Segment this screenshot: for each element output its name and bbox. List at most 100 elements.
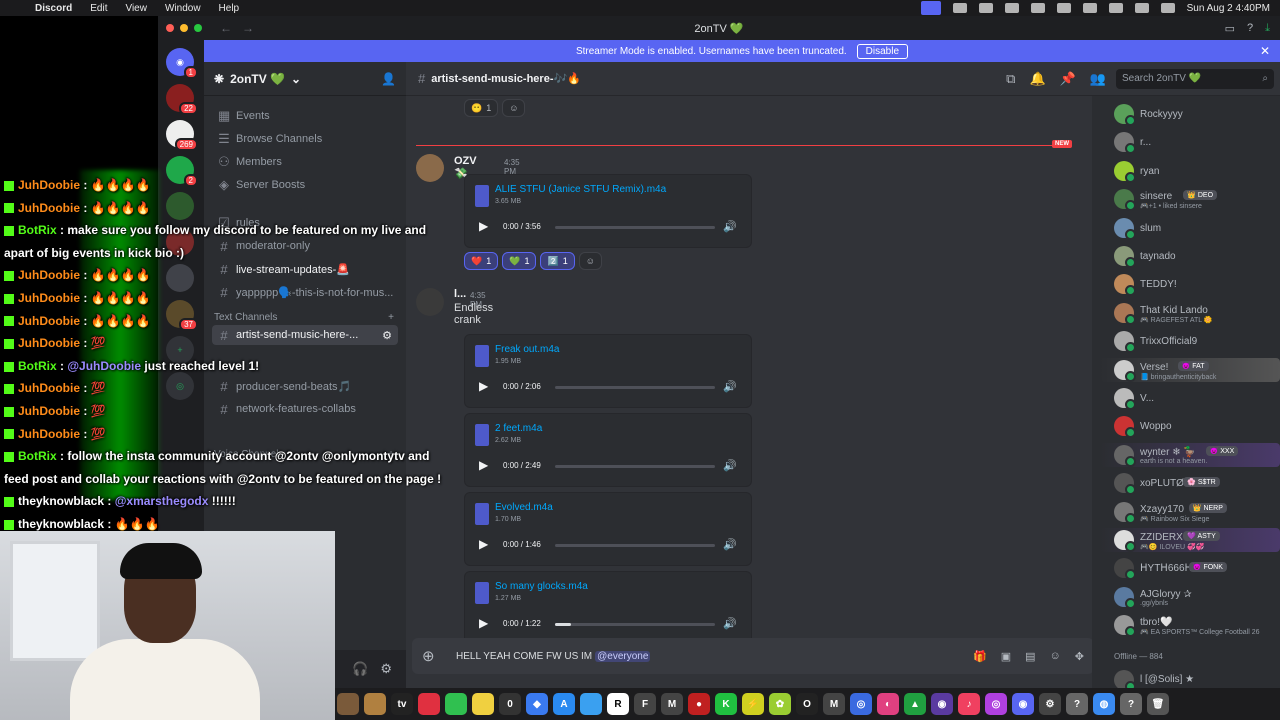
seek-slider[interactable] bbox=[555, 465, 715, 468]
member-list-item[interactable]: Woppo bbox=[1100, 414, 1280, 439]
member-list-item[interactable]: r... bbox=[1100, 130, 1280, 155]
moon-icon[interactable] bbox=[1004, 3, 1019, 13]
reaction-button[interactable]: ❤️ 1 bbox=[464, 252, 499, 270]
discover-icon[interactable]: ◎ bbox=[166, 372, 194, 400]
sidebar-item-events[interactable]: ▦ Events bbox=[212, 106, 398, 126]
menu-clock[interactable]: Sun Aug 2 4:40PM bbox=[1187, 3, 1270, 14]
sidebar-item-server-boosts[interactable]: ◈ Server Boosts bbox=[212, 175, 398, 195]
category-text-channels[interactable]: Text Channels + bbox=[214, 312, 394, 323]
settings-icon[interactable]: ⚙ bbox=[380, 661, 392, 677]
bell-icon[interactable]: 🔔 bbox=[1029, 71, 1045, 87]
search-input[interactable]: Search 2onTV 💚 ⌕ bbox=[1116, 68, 1274, 89]
sidebar-item-members[interactable]: ⚇ Members bbox=[212, 152, 398, 172]
menu-app-name[interactable]: Discord bbox=[26, 3, 81, 14]
reaction-button[interactable]: 😶 1 bbox=[464, 99, 499, 117]
dock-app-icon[interactable]: ◉ bbox=[1012, 693, 1034, 715]
dock-app-icon[interactable]: ◎ bbox=[850, 693, 872, 715]
dock-app-icon[interactable]: M bbox=[823, 693, 845, 715]
member-list-item[interactable]: ᕼYTᕼ666ᕼ 😈 FONK bbox=[1100, 556, 1280, 581]
discord-home-icon[interactable]: ◉ 1 bbox=[166, 48, 198, 79]
member-list-item[interactable]: Verse! 😈 FAT 📘 bringauthenticityback bbox=[1100, 357, 1280, 382]
attachment-filename[interactable]: Evolved.m4a bbox=[495, 502, 553, 513]
dock-app-icon[interactable]: F bbox=[634, 693, 656, 715]
server-icon[interactable]: 37 bbox=[166, 300, 198, 331]
volume-icon[interactable]: 🔊 bbox=[723, 459, 737, 472]
dock-app-icon[interactable]: M bbox=[661, 693, 683, 715]
headphones-icon[interactable]: 🎧 bbox=[352, 661, 368, 677]
close-window-button[interactable] bbox=[166, 24, 174, 32]
message-author[interactable]: l... bbox=[454, 288, 466, 300]
pin-icon[interactable]: 📌 bbox=[1060, 71, 1076, 87]
dock-app-icon[interactable]: ✿ bbox=[769, 693, 791, 715]
screen-share-icon[interactable] bbox=[920, 1, 941, 15]
member-list-item[interactable]: ryan bbox=[1100, 159, 1280, 183]
play-icon[interactable]: ▶ bbox=[479, 537, 488, 551]
member-list-item[interactable]: xoPLUTØ 🌸 S$TR bbox=[1100, 471, 1280, 496]
dock-app-icon[interactable]: A bbox=[553, 693, 575, 715]
channel-artist-send-music-here[interactable]: # artist-send-music-here-... ⚙ bbox=[212, 325, 398, 345]
member-list-item[interactable]: ZZIDERX 💜 ASTY 🎮😊 ILOVEU 💞💞 bbox=[1100, 528, 1280, 552]
seek-slider[interactable] bbox=[555, 623, 715, 626]
menu-view[interactable]: View bbox=[116, 3, 156, 14]
control-center-icon[interactable] bbox=[1160, 3, 1175, 13]
seek-slider[interactable] bbox=[555, 226, 715, 229]
member-list-item[interactable]: Xzayy170 👑 NERP 🎮 Rainbow Six Siege bbox=[1100, 500, 1280, 524]
server-icon[interactable]: 22 bbox=[166, 84, 198, 115]
play-icon[interactable]: ▶ bbox=[479, 616, 488, 630]
member-list-item[interactable]: That Kid Lando 🎮 RAGEFEST ATL 🌼 bbox=[1100, 301, 1280, 325]
guild-header[interactable]: ❋ 2onTV 💚 ⌄ 👤 bbox=[204, 62, 406, 96]
sidebar-item-browse-channels[interactable]: ☰ Browse Channels bbox=[212, 129, 398, 149]
reaction-button[interactable]: 💚 1 bbox=[502, 252, 537, 270]
wifi-icon[interactable] bbox=[1108, 3, 1123, 13]
member-list-item[interactable]: sinsere 👑 DEO 🎮+1 • liked sinsere bbox=[1100, 187, 1280, 212]
dock-app-icon[interactable] bbox=[445, 693, 467, 715]
member-list-item[interactable]: taynado bbox=[1100, 244, 1280, 268]
add-reaction-icon[interactable]: ☺ bbox=[578, 252, 602, 270]
channel-moderator-only[interactable]: # moderator-only bbox=[212, 236, 398, 256]
attachment-filename[interactable]: ALIE STFU (Janice STFU Remix).m4a bbox=[495, 184, 666, 195]
play-icon[interactable]: ▶ bbox=[479, 458, 488, 472]
dock-app-icon[interactable]: K bbox=[715, 693, 737, 715]
dock-app-icon[interactable] bbox=[418, 693, 440, 715]
member-list-item[interactable]: tbro!🤍 🎮 EA SPORTS™ College Football 26 bbox=[1100, 613, 1280, 638]
search-icon[interactable] bbox=[1134, 3, 1149, 13]
dock-app-icon[interactable] bbox=[580, 693, 602, 715]
gif-icon[interactable]: ▣ bbox=[1001, 650, 1011, 663]
member-list-item[interactable]: TEDDY! bbox=[1100, 272, 1280, 297]
menu-edit[interactable]: Edit bbox=[81, 3, 116, 14]
minimize-window-button[interactable] bbox=[180, 24, 188, 32]
volume-icon[interactable]: 🔊 bbox=[723, 380, 737, 393]
dock-app-icon[interactable]: ◍ bbox=[1093, 693, 1115, 715]
dock-app-icon[interactable]: ? bbox=[1120, 693, 1142, 715]
dock-app-icon[interactable]: ▲ bbox=[904, 693, 926, 715]
dock-app-icon[interactable] bbox=[472, 693, 494, 715]
dock-app-icon[interactable]: ? bbox=[1066, 693, 1088, 715]
apps-icon[interactable]: ✥ bbox=[1075, 650, 1084, 663]
attachment-filename[interactable]: 2 feet.m4a bbox=[495, 423, 542, 434]
server-icon[interactable]: 269 bbox=[166, 120, 198, 151]
gift-icon[interactable]: 🎁 bbox=[973, 650, 987, 663]
avatar[interactable] bbox=[416, 154, 444, 182]
menu-help[interactable]: Help bbox=[210, 3, 249, 14]
channel-producer-send-beats[interactable]: # producer-send-beats🎵 bbox=[212, 376, 398, 396]
avatar[interactable] bbox=[416, 288, 444, 316]
menu-window[interactable]: Window bbox=[156, 3, 210, 14]
clock-icon[interactable] bbox=[978, 3, 993, 13]
dock-app-icon[interactable] bbox=[364, 693, 386, 715]
add-reaction-icon[interactable]: ☺ bbox=[502, 99, 526, 117]
channel-yappppp[interactable]: # yappppp🗣️-this-is-not-for-mus... bbox=[212, 282, 398, 302]
add-member-icon[interactable]: 👤 bbox=[381, 72, 396, 86]
volume-icon[interactable]: 🔊 bbox=[723, 220, 737, 233]
seek-slider[interactable] bbox=[555, 544, 715, 547]
dock-app-icon[interactable]: ◉ bbox=[931, 693, 953, 715]
members-list-icon[interactable]: 👥 bbox=[1090, 71, 1106, 87]
window-icon[interactable] bbox=[1030, 3, 1045, 13]
volume-icon[interactable]: 🔊 bbox=[723, 617, 737, 630]
dock-app-icon[interactable]: R bbox=[607, 693, 629, 715]
server-icon[interactable] bbox=[166, 192, 194, 220]
emoji-icon[interactable]: ☺ bbox=[1050, 650, 1061, 663]
play-icon[interactable] bbox=[1056, 3, 1071, 13]
dock-app-icon[interactable]: ◆ bbox=[526, 693, 548, 715]
dock-app-icon[interactable]: ◐ bbox=[877, 693, 899, 715]
battery-icon[interactable] bbox=[1082, 3, 1097, 13]
